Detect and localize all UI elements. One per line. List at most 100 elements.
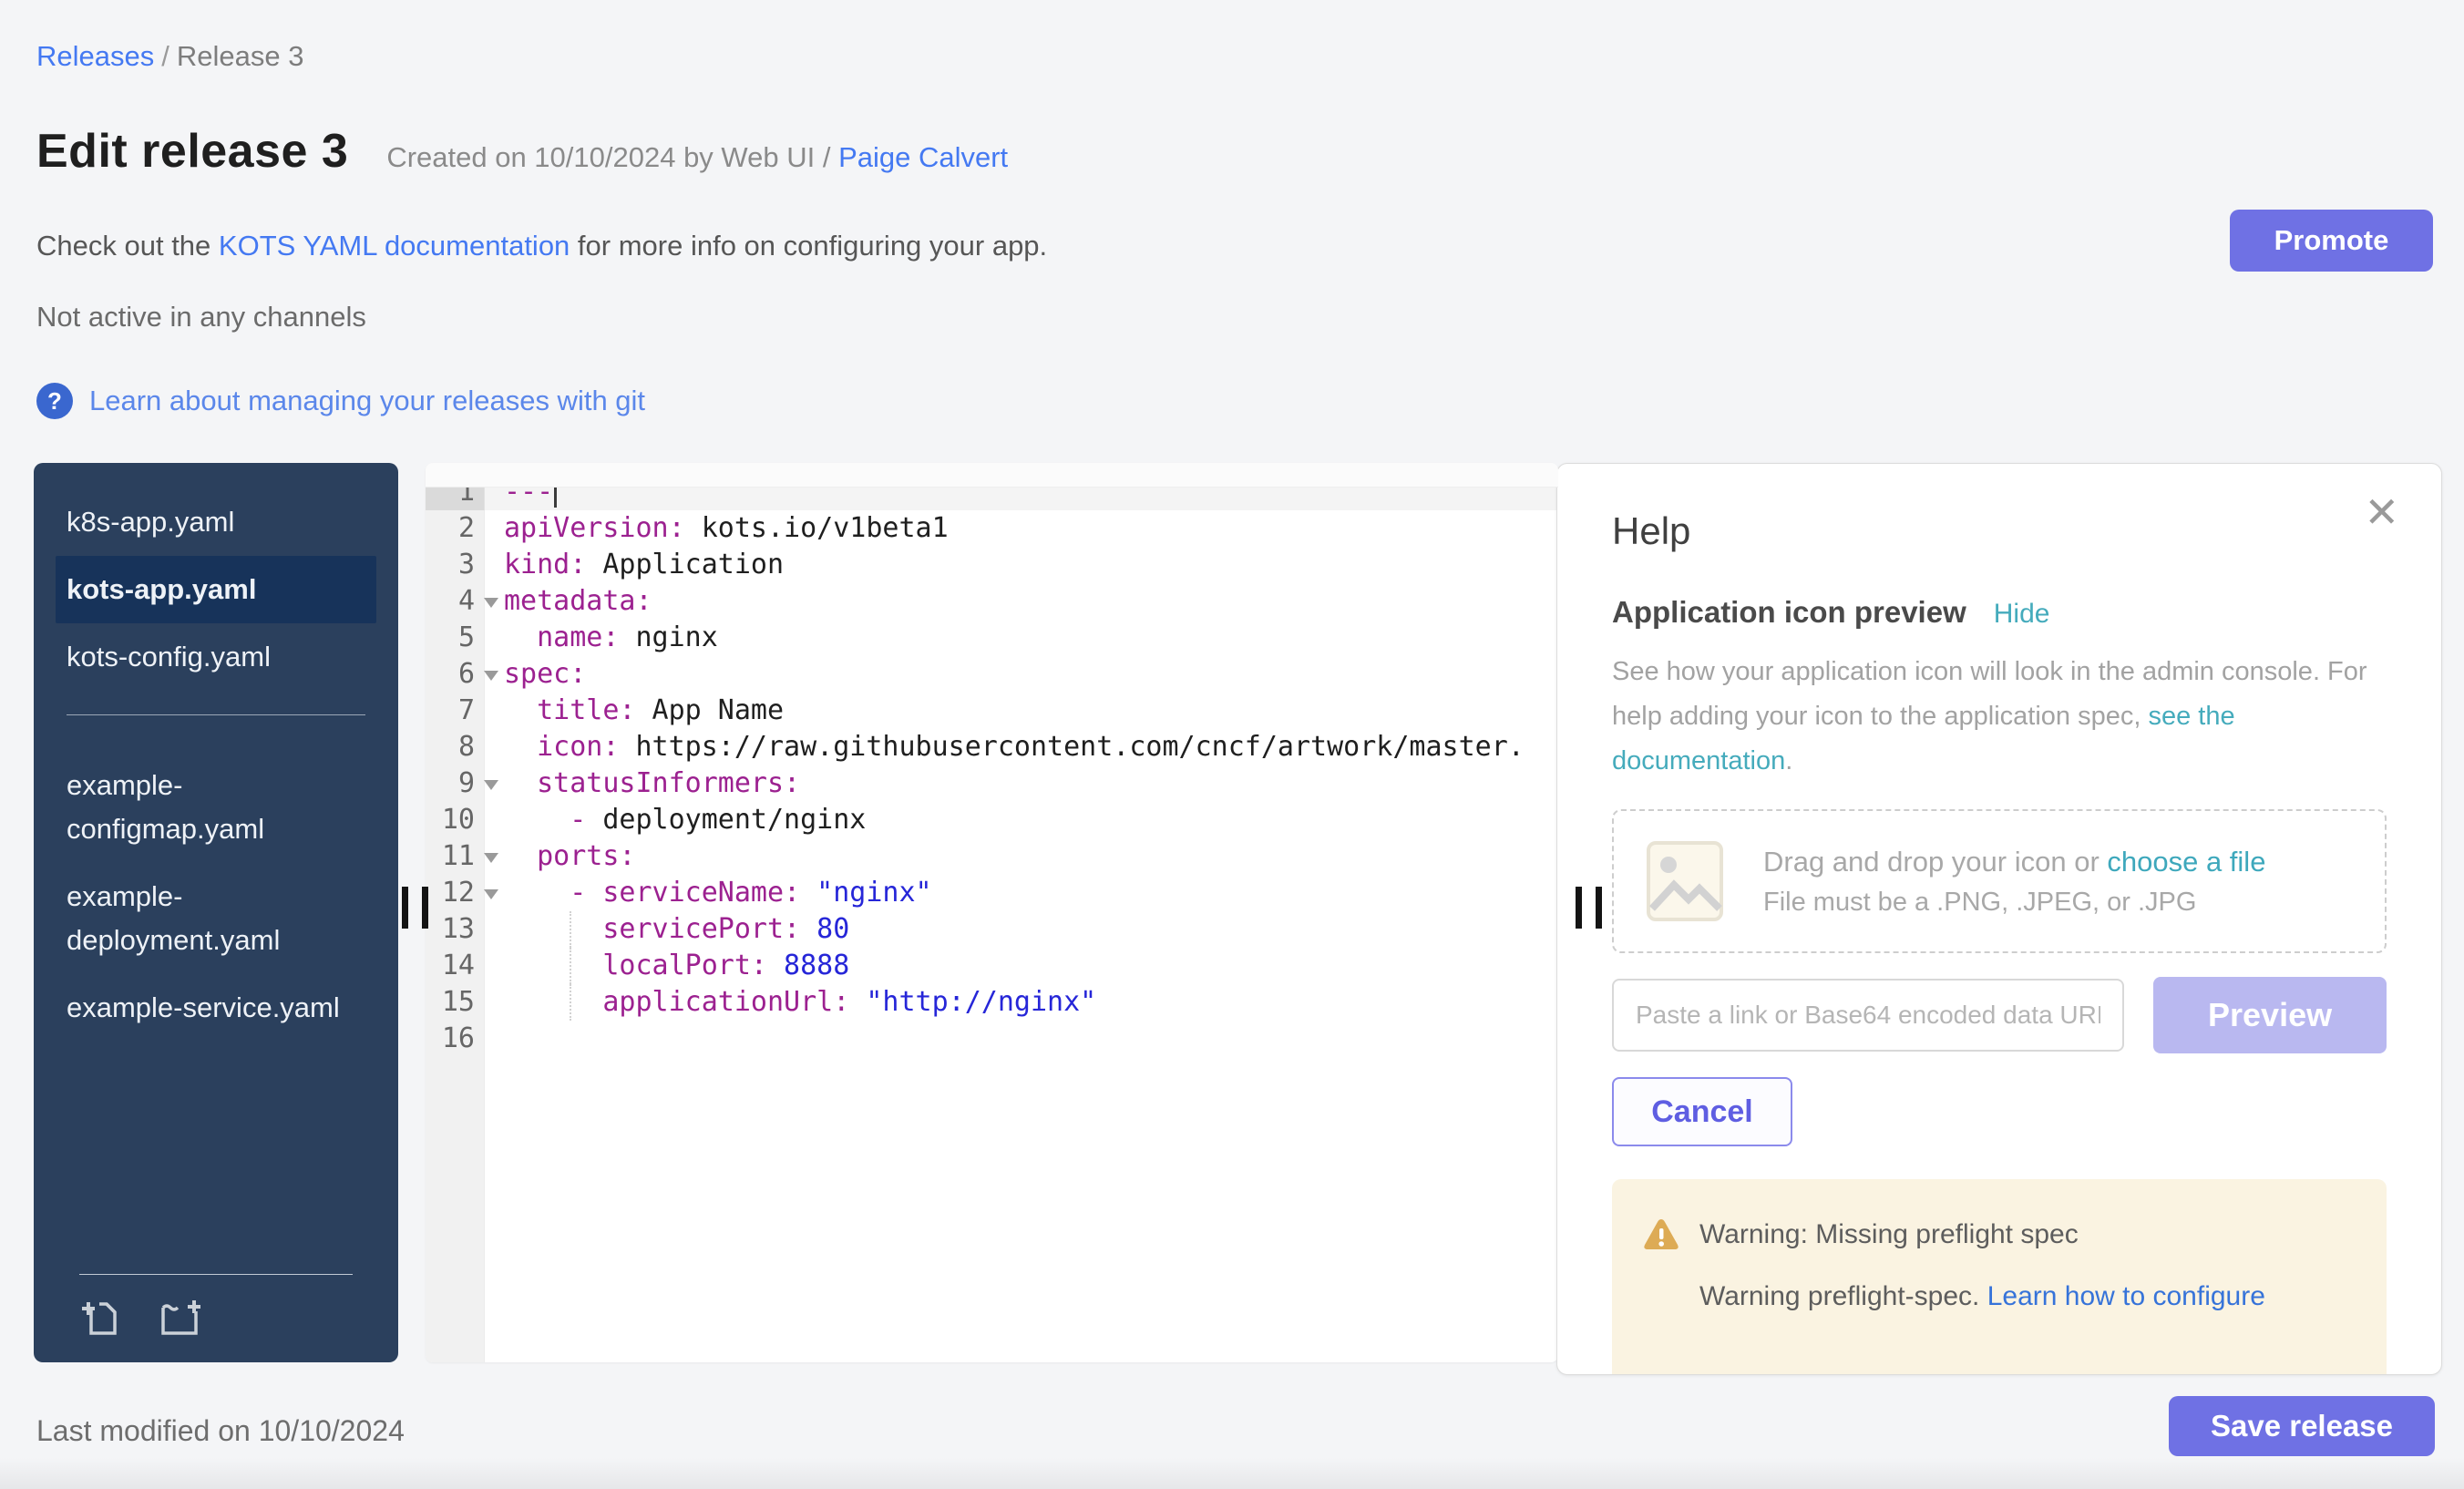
close-icon[interactable]: ✕ xyxy=(2364,491,2399,533)
code-line: 13 servicePort: 80 xyxy=(426,911,1558,948)
description-period: . xyxy=(1785,746,1792,775)
code-text xyxy=(484,1021,1558,1057)
preflight-warning: Warning: Missing preflight spec Warning … xyxy=(1612,1179,2387,1375)
line-number: 4 xyxy=(426,583,484,620)
breadcrumb-releases-link[interactable]: Releases xyxy=(36,40,154,72)
file-list: k8s-app.yamlkots-app.yamlkots-config.yam… xyxy=(56,488,376,1042)
code-text: - serviceName: "nginx" xyxy=(484,875,1558,911)
dropzone-filetypes: File must be a .PNG, .JPEG, or .JPG xyxy=(1763,888,2265,918)
line-number: 16 xyxy=(426,1021,484,1057)
code-text: metadata: xyxy=(484,583,1558,620)
warning-configure-link[interactable]: Learn how to configure xyxy=(1987,1281,2265,1311)
help-panel: ✕ Help Application icon preview Hide See… xyxy=(1556,463,2442,1375)
code-text: ports: xyxy=(484,838,1558,875)
code-line: 8 icon: https://raw.githubusercontent.co… xyxy=(426,729,1558,765)
code-line: 4metadata: xyxy=(426,583,1558,620)
code-line: 3kind: Application xyxy=(426,547,1558,583)
preview-button[interactable]: Preview xyxy=(2153,977,2387,1053)
code-line: 2apiVersion: kots.io/v1beta1 xyxy=(426,510,1558,547)
code-lines: 1---2apiVersion: kots.io/v1beta13kind: A… xyxy=(426,474,1558,1057)
git-help-link[interactable]: Learn about managing your releases with … xyxy=(89,385,645,417)
code-line: 14 localPort: 8888 xyxy=(426,948,1558,984)
created-text: Created on 10/10/2024 by Web UI / xyxy=(386,141,830,173)
icon-dropzone[interactable]: Drag and drop your icon or choose a file… xyxy=(1612,809,2387,953)
code-line: 15 applicationUrl: "http://nginx" xyxy=(426,984,1558,1021)
breadcrumb-separator: / xyxy=(154,40,177,72)
bottom-fade xyxy=(0,1458,2464,1489)
code-line: 7 title: App Name xyxy=(426,693,1558,729)
icon-preview-title: Application icon preview xyxy=(1612,595,1966,630)
code-text: title: App Name xyxy=(484,693,1558,729)
created-by-link[interactable]: Paige Calvert xyxy=(838,141,1008,173)
line-number: 13 xyxy=(426,911,484,948)
intro-pre: Check out the xyxy=(36,230,219,262)
code-line: 12 - serviceName: "nginx" xyxy=(426,875,1558,911)
hide-link[interactable]: Hide xyxy=(1994,599,2050,630)
sidebar-item-example-configmap-yaml[interactable]: example-configmap.yaml xyxy=(56,752,376,863)
editor-top-strip xyxy=(426,463,1558,488)
code-text: apiVersion: kots.io/v1beta1 xyxy=(484,510,1558,547)
code-text: statusInformers: xyxy=(484,765,1558,802)
intro-post: for more info on configuring your app. xyxy=(570,230,1047,262)
code-text: applicationUrl: "http://nginx" xyxy=(484,984,1558,1021)
last-modified: Last modified on 10/10/2024 xyxy=(36,1414,405,1448)
promote-button[interactable]: Promote xyxy=(2230,210,2433,272)
line-number: 6 xyxy=(426,656,484,693)
indent-guide xyxy=(570,948,571,984)
choose-file-link[interactable]: choose a file xyxy=(2107,846,2265,878)
sidebar-item-kots-app-yaml[interactable]: kots-app.yaml xyxy=(56,556,376,623)
save-release-button[interactable]: Save release xyxy=(2169,1396,2435,1456)
question-icon[interactable]: ? xyxy=(36,383,73,419)
file-sidebar: k8s-app.yamlkots-app.yamlkots-config.yam… xyxy=(34,463,398,1362)
code-line: 6spec: xyxy=(426,656,1558,693)
line-number: 9 xyxy=(426,765,484,802)
title-row: Edit release 3 Created on 10/10/2024 by … xyxy=(36,124,1008,179)
indent-guide xyxy=(570,911,571,948)
line-number: 2 xyxy=(426,510,484,547)
code-text: kind: Application xyxy=(484,547,1558,583)
help-title: Help xyxy=(1612,509,2387,553)
kots-yaml-docs-link[interactable]: KOTS YAML documentation xyxy=(219,230,570,262)
sidebar-item-example-service-yaml[interactable]: example-service.yaml xyxy=(56,974,376,1042)
add-file-icon[interactable] xyxy=(79,1295,123,1339)
icon-url-input[interactable] xyxy=(1612,979,2124,1052)
code-text: name: nginx xyxy=(484,620,1558,656)
page-title: Edit release 3 xyxy=(36,124,348,179)
sidebar-divider xyxy=(67,714,365,715)
sidebar-item-kots-config-yaml[interactable]: kots-config.yaml xyxy=(56,623,376,691)
line-number: 8 xyxy=(426,729,484,765)
icon-preview-description: See how your application icon will look … xyxy=(1612,650,2387,784)
line-number: 14 xyxy=(426,948,484,984)
git-help-row: ? Learn about managing your releases wit… xyxy=(36,383,645,419)
code-text: icon: https://raw.githubusercontent.com/… xyxy=(484,729,1558,765)
dropzone-text: Drag and drop your icon or xyxy=(1763,846,2107,878)
code-text: servicePort: 80 xyxy=(484,911,1558,948)
help-resize-handle[interactable] xyxy=(1576,887,1602,929)
created-info: Created on 10/10/2024 by Web UI / Paige … xyxy=(386,141,1008,174)
breadcrumb: Releases/Release 3 xyxy=(36,40,303,73)
line-number: 3 xyxy=(426,547,484,583)
add-folder-icon[interactable] xyxy=(158,1295,203,1339)
line-number: 10 xyxy=(426,802,484,838)
sidebar-actions xyxy=(79,1274,353,1339)
edit-release-page: Releases/Release 3 Edit release 3 Create… xyxy=(0,0,2464,1489)
code-line: 11 ports: xyxy=(426,838,1558,875)
code-text: - deployment/nginx xyxy=(484,802,1558,838)
warning-icon xyxy=(1643,1217,1679,1252)
sidebar-resize-handle[interactable] xyxy=(402,887,428,929)
intro-text: Check out the KOTS YAML documentation fo… xyxy=(36,230,1047,262)
line-number: 15 xyxy=(426,984,484,1021)
warning-title: Warning: Missing preflight spec xyxy=(1699,1219,2079,1250)
indent-guide xyxy=(570,984,571,1021)
sidebar-item-k8s-app-yaml[interactable]: k8s-app.yaml xyxy=(56,488,376,556)
line-number: 5 xyxy=(426,620,484,656)
yaml-editor[interactable]: 1---2apiVersion: kots.io/v1beta13kind: A… xyxy=(426,463,1558,1362)
line-number: 11 xyxy=(426,838,484,875)
line-number: 7 xyxy=(426,693,484,729)
code-text: spec: xyxy=(484,656,1558,693)
code-line: 9 statusInformers: xyxy=(426,765,1558,802)
cancel-button[interactable]: Cancel xyxy=(1612,1077,1792,1146)
sidebar-item-example-deployment-yaml[interactable]: example-deployment.yaml xyxy=(56,863,376,974)
code-line: 5 name: nginx xyxy=(426,620,1558,656)
code-line: 10 - deployment/nginx xyxy=(426,802,1558,838)
